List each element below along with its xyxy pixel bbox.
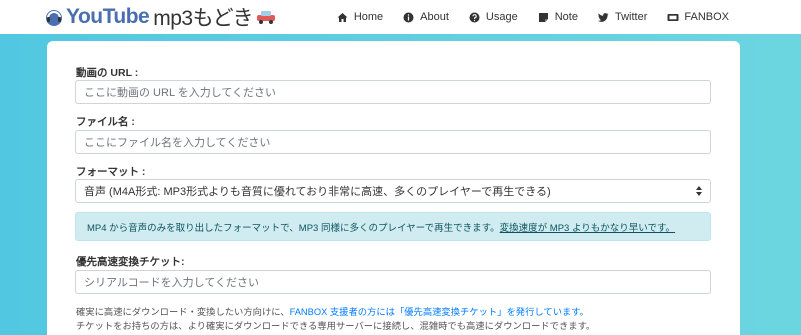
format-info-alert: MP4 から音声のみを取り出したフォーマットで、MP3 同様に多くのプレイヤーで… xyxy=(75,212,711,241)
ticket-input[interactable]: シリアルコードを入力してください xyxy=(75,270,711,294)
home-icon xyxy=(337,12,348,23)
form-card: 動画の URL : ここに動画の URL を入力してください ファイル名 : こ… xyxy=(47,41,740,335)
select-arrows-icon xyxy=(696,185,702,197)
nav-note[interactable]: Note xyxy=(538,11,578,23)
format-label: フォーマット : xyxy=(76,166,146,178)
info-circle-icon xyxy=(403,12,414,23)
nav-links: Home About Usage Note Twitter FANBOX xyxy=(337,0,729,34)
nav-home[interactable]: Home xyxy=(337,11,383,23)
ticket-note-2: チケットをお持ちの方は、より確実にダウンロードできる専用サーバーに接続し、混雑時… xyxy=(76,321,596,331)
nav-home-label: Home xyxy=(353,11,384,23)
fanbox-ticket-link[interactable]: FANBOX 支援者の方には「優先高速変換チケット」を発行しています。 xyxy=(290,307,589,317)
url-label: 動画の URL : xyxy=(76,67,139,79)
sticky-note-icon xyxy=(538,12,549,23)
nav-usage-label: Usage xyxy=(485,11,518,23)
ticket-note-1: 確実に高速にダウンロード・変換したい方向けに、FANBOX 支援者の方には「優先… xyxy=(76,304,589,318)
nav-about[interactable]: About xyxy=(403,11,449,23)
ticket-icon xyxy=(667,12,679,23)
alert-text: MP4 から音声のみを取り出したフォーマットで、MP3 同様に多くのプレイヤーで… xyxy=(87,222,500,234)
brand-name-mp3: mp3もどき xyxy=(153,7,254,30)
brand-name-youtube: YouTube xyxy=(66,5,150,28)
brand-headphone-icon xyxy=(44,7,64,27)
twitter-icon xyxy=(597,12,609,23)
nav-twitter-label: Twitter xyxy=(614,11,648,23)
alert-speed-link[interactable]: 変換速度が MP3 よりもかなり早いです。 xyxy=(500,220,675,234)
brand-logo[interactable]: YouTube mp3もどき xyxy=(44,4,277,30)
nav-about-label: About xyxy=(420,11,449,23)
format-selected-value: 音声 (M4A形式: MP3形式よりも音質に優れており非常に高速、多くのプレイヤ… xyxy=(84,186,551,198)
ticket-label: 優先高速変換チケット: xyxy=(76,256,185,268)
navbar: YouTube mp3もどき Home About Usage Note Twi… xyxy=(0,0,801,34)
format-select[interactable]: 音声 (M4A形式: MP3形式よりも音質に優れており非常に高速、多くのプレイヤ… xyxy=(75,179,711,203)
filename-label: ファイル名 : xyxy=(76,116,135,128)
nav-fanbox[interactable]: FANBOX xyxy=(667,11,729,23)
nav-usage[interactable]: Usage xyxy=(469,11,518,23)
note1-prefix: 確実に高速にダウンロード・変換したい方向けに、 xyxy=(76,307,290,317)
nav-twitter[interactable]: Twitter xyxy=(597,11,648,23)
nav-fanbox-label: FANBOX xyxy=(684,11,729,23)
question-circle-icon xyxy=(469,12,480,23)
car-icon xyxy=(255,9,277,25)
url-input[interactable]: ここに動画の URL を入力してください xyxy=(75,80,711,104)
filename-input[interactable]: ここにファイル名を入力してください xyxy=(75,130,711,154)
nav-note-label: Note xyxy=(554,11,578,23)
